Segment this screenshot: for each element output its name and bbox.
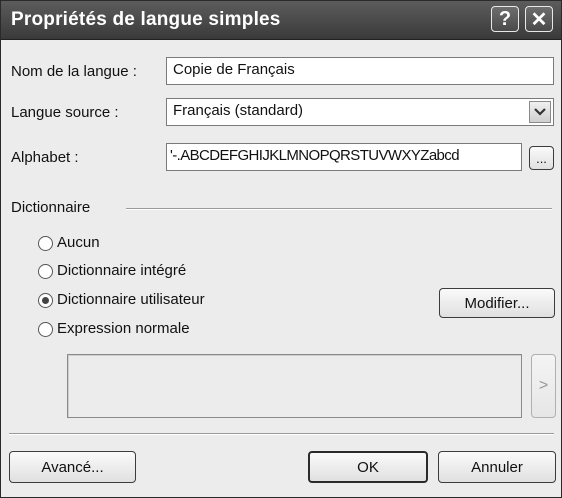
dialog-window: Propriétés de langue simples ? ✕ Nom de … <box>0 0 562 498</box>
chevron-down-icon[interactable] <box>529 101 551 123</box>
source-language-value: Français (standard) <box>173 102 304 119</box>
radio-regular-expression[interactable] <box>38 322 53 337</box>
alphabet-field[interactable]: '-.ABCDEFGHIJKLMNOPQRSTUVWXYZabcd <box>166 143 522 171</box>
expand-button[interactable]: > <box>531 354 556 418</box>
title-bar[interactable]: Propriétés de langue simples ? ✕ <box>1 1 561 40</box>
cancel-button[interactable]: Annuler <box>438 451 556 483</box>
advanced-button[interactable]: Avancé... <box>9 451 136 483</box>
radio-builtin-dictionary[interactable] <box>38 264 53 279</box>
help-button[interactable]: ? <box>491 6 519 32</box>
dictionary-separator <box>126 208 552 210</box>
footer-separator <box>9 433 554 435</box>
dictionary-section-label: Dictionnaire <box>11 199 91 216</box>
radio-none[interactable] <box>38 236 53 251</box>
source-language-select[interactable]: Français (standard) <box>166 98 554 126</box>
alphabet-label: Alphabet : <box>11 149 79 166</box>
radio-none-label[interactable]: Aucun <box>57 234 100 251</box>
radio-regular-expression-label[interactable]: Expression normale <box>57 320 190 337</box>
expression-textarea[interactable] <box>67 354 522 418</box>
radio-builtin-dictionary-label[interactable]: Dictionnaire intégré <box>57 262 186 279</box>
ok-button[interactable]: OK <box>308 451 428 483</box>
language-name-field[interactable]: Copie de Français <box>166 57 554 85</box>
language-name-label: Nom de la langue : <box>11 63 137 80</box>
close-button[interactable]: ✕ <box>525 6 553 32</box>
source-language-label: Langue source : <box>11 104 119 121</box>
radio-user-dictionary-label[interactable]: Dictionnaire utilisateur <box>57 291 205 308</box>
alphabet-browse-button[interactable]: ... <box>529 146 554 170</box>
modify-button[interactable]: Modifier... <box>439 288 555 318</box>
radio-user-dictionary[interactable] <box>38 293 53 308</box>
dialog-title: Propriétés de langue simples <box>11 9 281 30</box>
